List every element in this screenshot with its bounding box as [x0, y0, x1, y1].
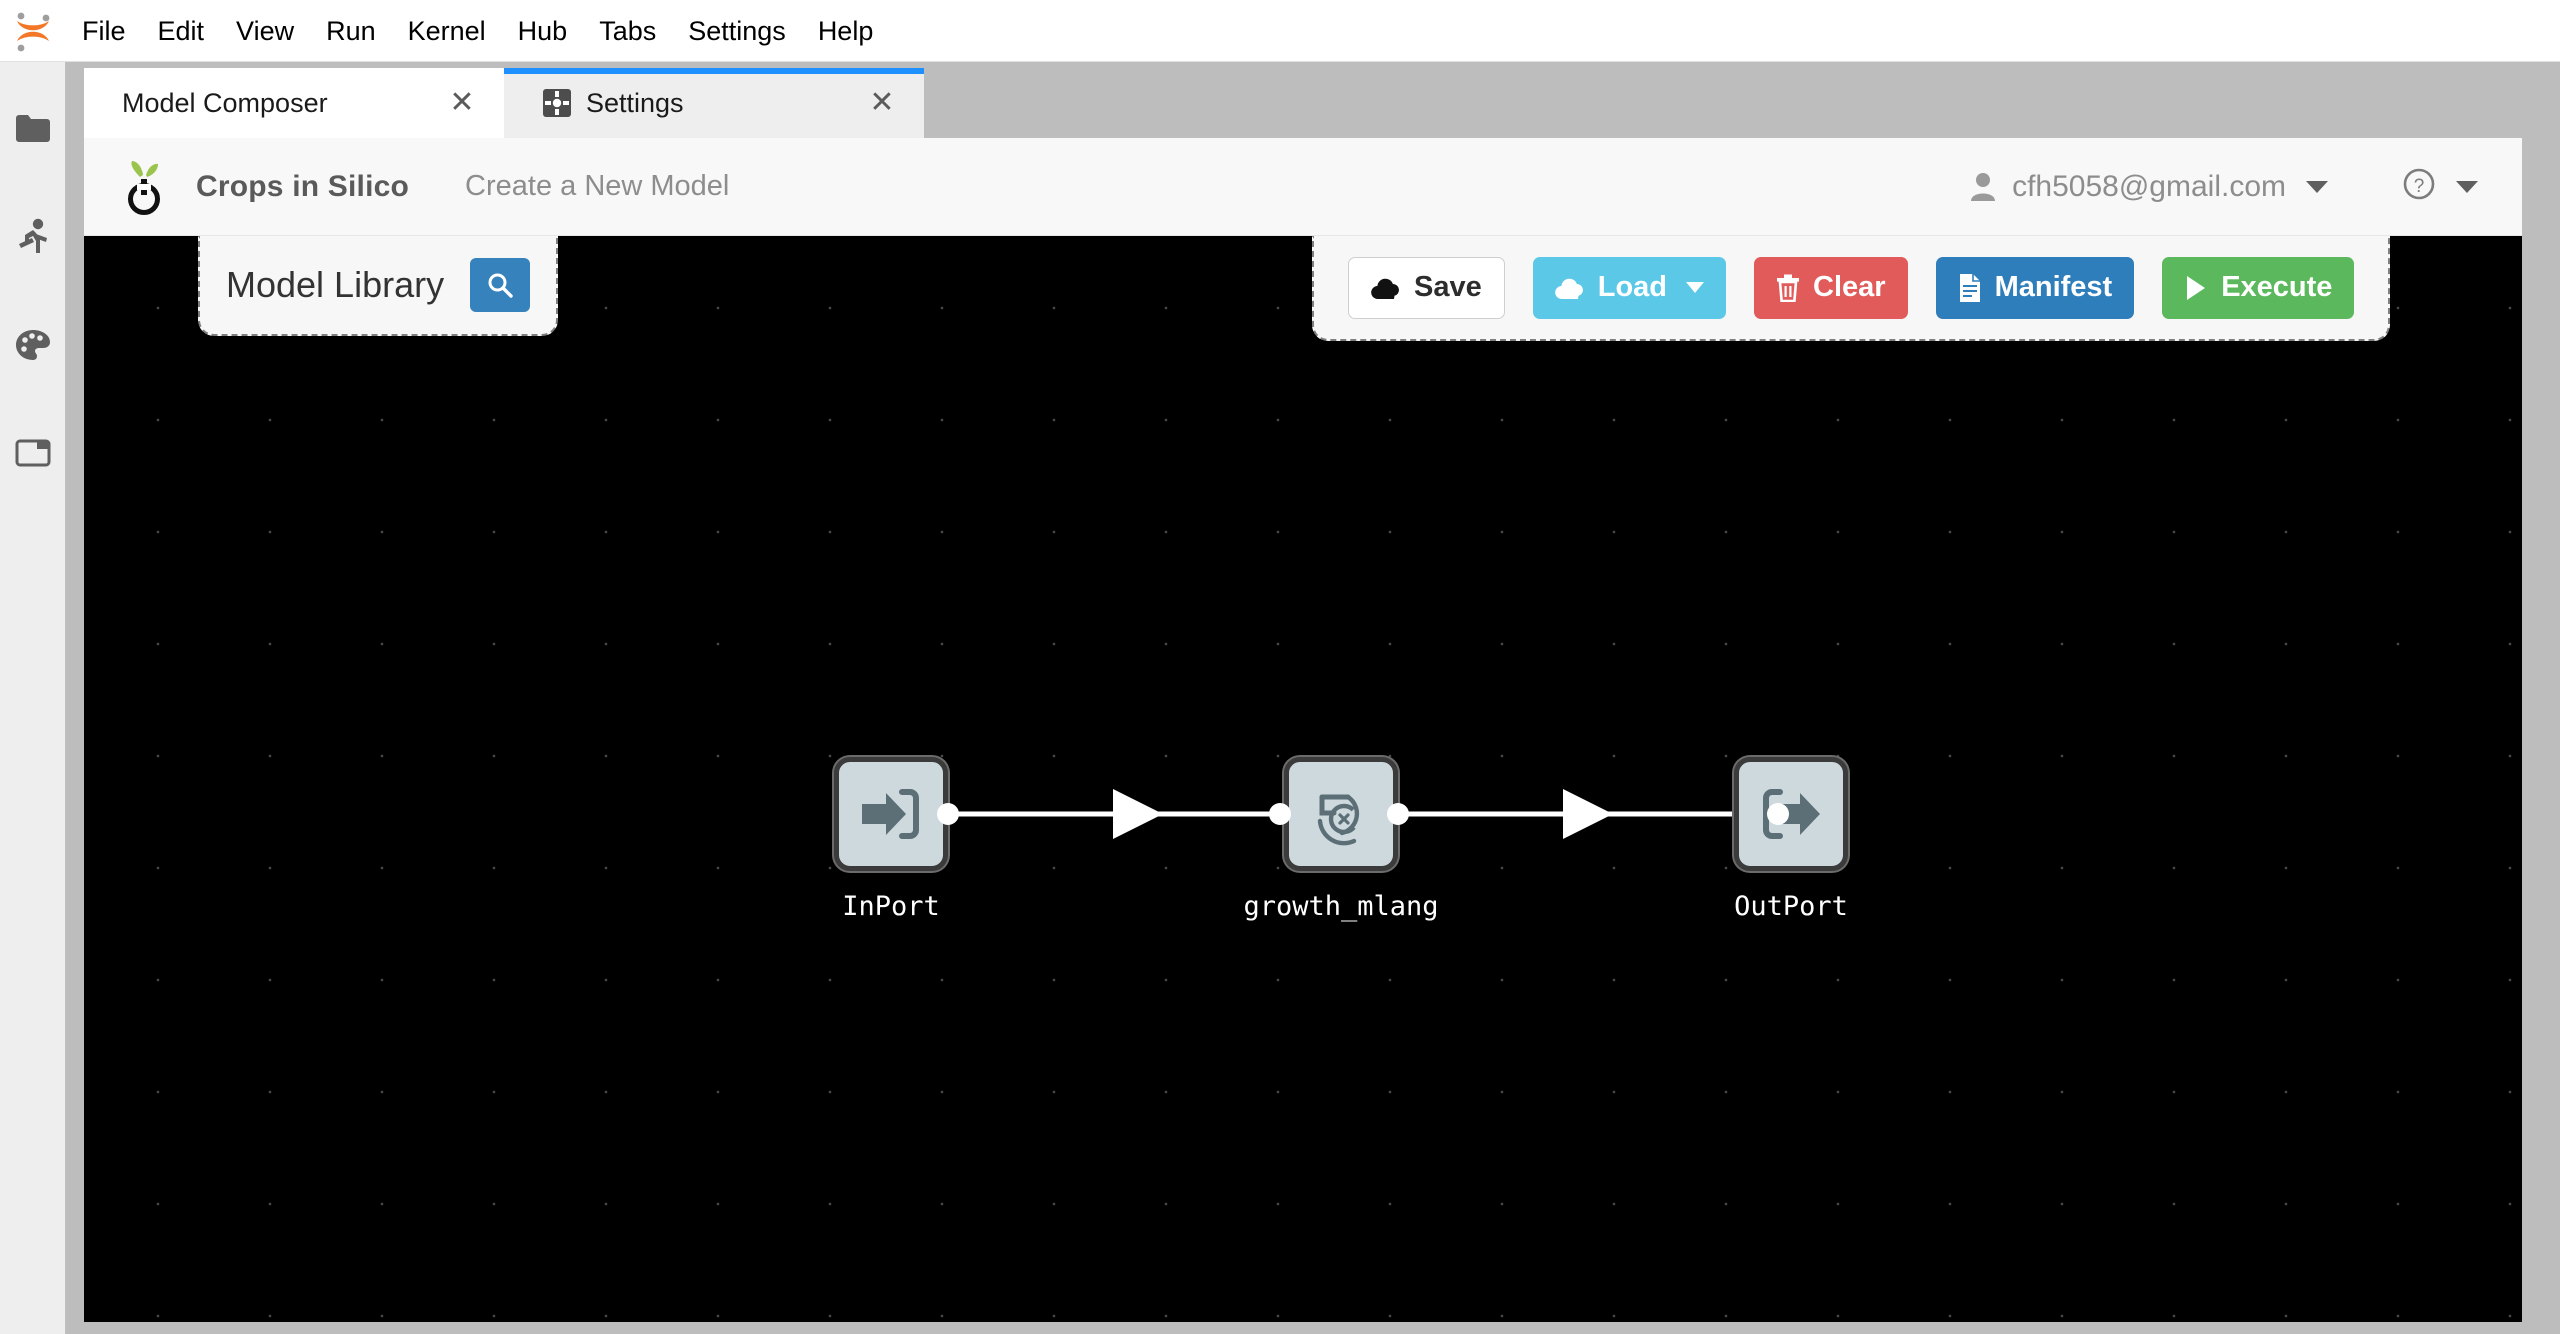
help-menu[interactable]: ?: [2402, 167, 2478, 206]
sprout-power-logo-icon: [118, 157, 170, 217]
graph-canvas[interactable]: Model Library Save Load Clear Manifest E…: [84, 236, 2522, 1322]
tab-label: Model Composer: [122, 87, 328, 118]
graph-node-growth-mlang[interactable]: [1284, 757, 1398, 871]
graph-nodes-layer: InPort growth_mlang OutPort: [84, 236, 2522, 1322]
running-icon: [19, 218, 47, 253]
brand-name: Crops in Silico: [196, 169, 410, 203]
sidebar-item-running[interactable]: [0, 204, 66, 270]
chevron-down-icon: [2456, 180, 2478, 193]
tab-close-icon[interactable]: ✕: [862, 83, 902, 123]
menu-item-tabs[interactable]: Tabs: [583, 0, 672, 62]
jupyter-menubar: File Edit View Run Kernel Hub Tabs Setti…: [0, 0, 2560, 62]
menu-item-view[interactable]: View: [220, 0, 310, 62]
port-in-outport[interactable]: [1767, 803, 1789, 825]
menu-item-hub[interactable]: Hub: [502, 0, 584, 62]
menu-item-file[interactable]: File: [66, 0, 142, 62]
tab-close-icon[interactable]: ✕: [442, 83, 482, 123]
tab-model-composer[interactable]: Model Composer ✕: [84, 68, 504, 138]
port-out-growth-mlang[interactable]: [1387, 803, 1409, 825]
question-circle-icon: ?: [2402, 167, 2436, 206]
mlang-spiral-icon: [1317, 794, 1360, 846]
graph-node-outport[interactable]: [1734, 757, 1848, 871]
arrow-into-bracket-icon: [862, 789, 919, 839]
port-in-growth-mlang[interactable]: [1269, 803, 1291, 825]
graph-node-inport[interactable]: [834, 757, 948, 871]
graph-node-label-outport: OutPort: [1734, 891, 1848, 922]
menu-item-run[interactable]: Run: [310, 0, 392, 62]
jupyter-logo-icon: [0, 0, 66, 62]
svg-text:?: ?: [2414, 176, 2425, 197]
menubar-items: File Edit View Run Kernel Hub Tabs Setti…: [66, 0, 889, 62]
dock-tabbar: Model Composer ✕ Settings ✕: [84, 62, 2522, 138]
person-icon: [1970, 172, 1996, 202]
user-email-label: cfh5058@gmail.com: [2012, 169, 2286, 203]
model-composer-widget: Crops in Silico Create a New Model cfh50…: [84, 138, 2522, 1322]
folder-icon: [16, 115, 50, 142]
menu-item-help[interactable]: Help: [802, 0, 890, 62]
menu-item-kernel[interactable]: Kernel: [392, 0, 502, 62]
palette-icon: [16, 330, 50, 360]
chevron-down-icon: [2306, 180, 2328, 193]
menu-item-edit[interactable]: Edit: [142, 0, 221, 62]
menu-item-settings[interactable]: Settings: [672, 0, 802, 62]
sidebar-item-command-palette[interactable]: [0, 312, 66, 378]
header-right: cfh5058@gmail.com ?: [1970, 167, 2488, 206]
port-out-inport[interactable]: [937, 803, 959, 825]
graph-node-label-growth-mlang: growth_mlang: [1243, 891, 1439, 922]
user-menu[interactable]: cfh5058@gmail.com: [1970, 170, 2328, 204]
left-activity-bar: [0, 62, 66, 1334]
sidebar-item-file-browser[interactable]: [0, 96, 66, 162]
tabs-icon: [15, 439, 51, 467]
tab-label: Settings: [586, 87, 684, 118]
app-header: Crops in Silico Create a New Model cfh50…: [84, 138, 2522, 236]
sidebar-item-open-tabs[interactable]: [0, 420, 66, 486]
nav-link-create-new-model[interactable]: Create a New Model: [465, 170, 729, 203]
gear-icon: [542, 88, 572, 118]
tab-settings[interactable]: Settings ✕: [504, 68, 924, 138]
graph-node-label-inport: InPort: [842, 891, 940, 922]
